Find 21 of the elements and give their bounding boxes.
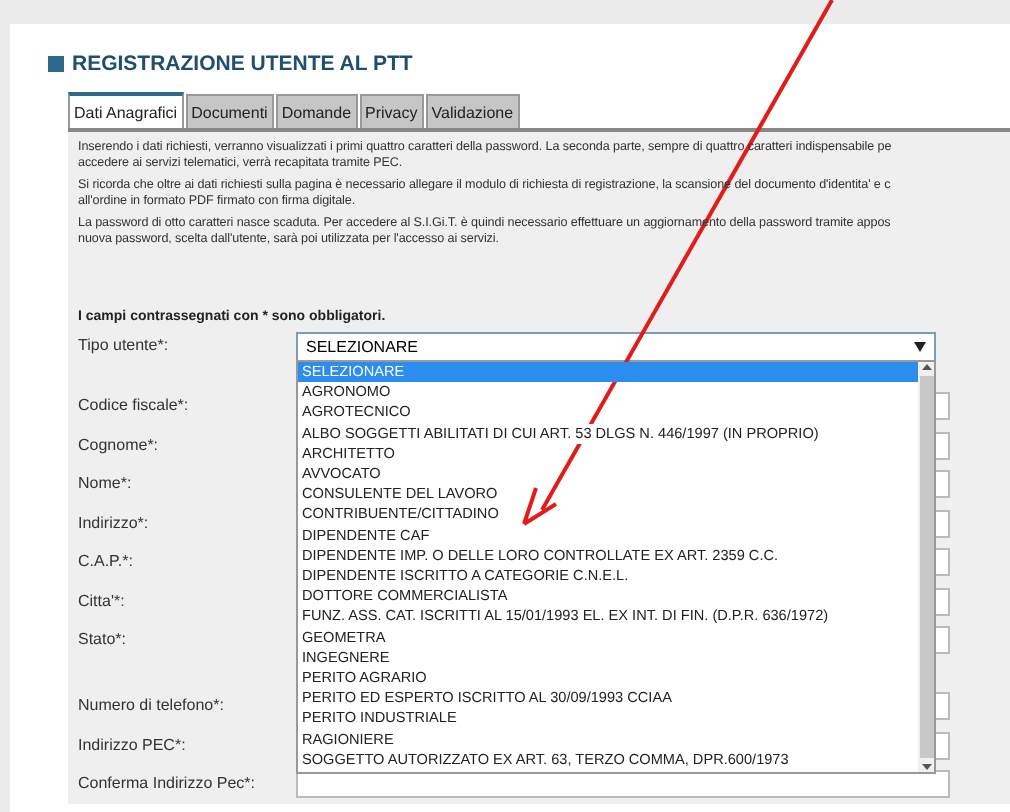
tab[interactable]: Privacy — [359, 94, 424, 128]
tab[interactable]: Documenti — [185, 94, 274, 128]
field-label: Tipo utente*: — [78, 334, 171, 354]
field-label: Citta'*: — [78, 589, 127, 609]
field-label: C.A.P.*: — [78, 550, 135, 570]
page-title: REGISTRAZIONE UTENTE AL PTT — [72, 52, 413, 76]
field-label: Indirizzo*: — [78, 511, 151, 531]
square-icon — [48, 56, 64, 72]
scrollbar[interactable] — [918, 362, 934, 772]
field-label: Conferma Indirizzo Pec*: — [78, 772, 257, 792]
caret-icon — [914, 342, 926, 352]
tab[interactable]: Domande — [275, 94, 358, 128]
field-label: Cognome*: — [78, 433, 161, 453]
field-label: Codice fiscale*: — [78, 394, 191, 414]
field-label: Nome*: — [78, 472, 134, 492]
field-label: Stato*: — [78, 628, 129, 648]
field-label: Indirizzo PEC*: — [78, 733, 188, 753]
tab[interactable]: Dati Anagrafici — [68, 92, 184, 128]
field-label: Numero di telefono*: — [78, 694, 226, 714]
tab[interactable]: Validazione — [425, 94, 520, 128]
user-type-select[interactable]: SELEZIONARE — [296, 332, 936, 362]
